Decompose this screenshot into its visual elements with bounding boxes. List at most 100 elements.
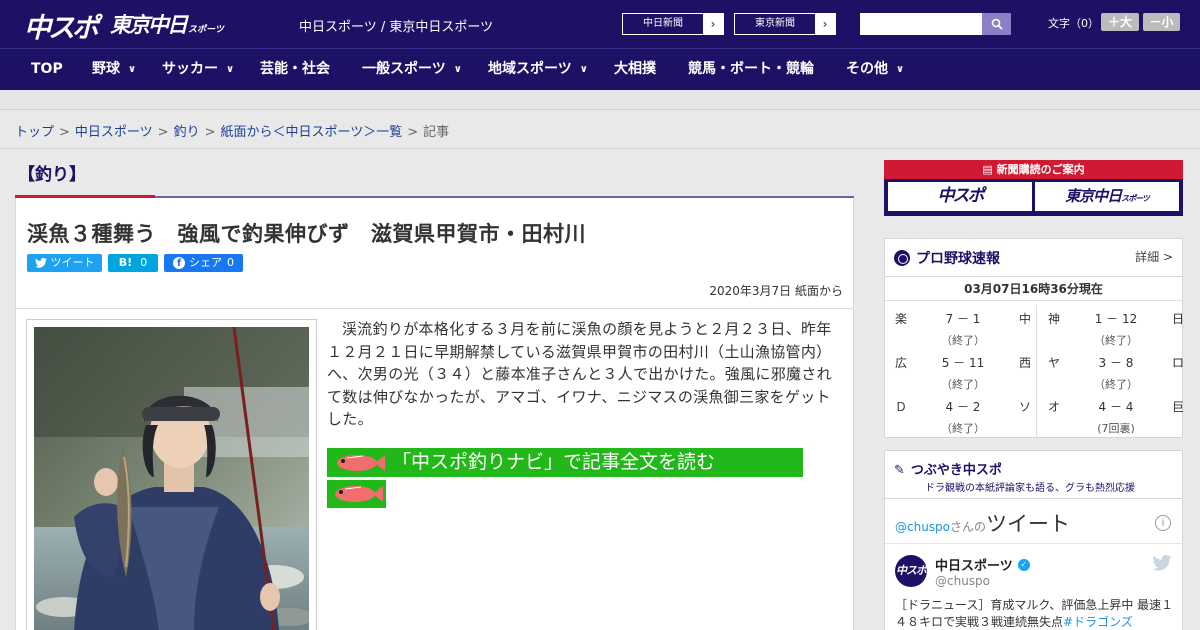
breadcrumb-link-chunichi-sports[interactable]: 中日スポーツ xyxy=(75,125,153,140)
site-name: 中日スポーツ / 東京中日スポーツ xyxy=(299,20,494,35)
info-icon[interactable]: i xyxy=(1155,515,1171,531)
verified-badge-icon: ✓ xyxy=(1017,558,1030,571)
breadcrumb-separator: > xyxy=(59,125,70,140)
twitter-widget-subtitle: ドラ観戦の本紙評論家も語る、グラも熱烈応援 xyxy=(925,483,1135,494)
divider xyxy=(16,308,853,309)
away-team: 巨 xyxy=(1171,400,1184,414)
tweet-author-name-text: 中日スポーツ xyxy=(935,559,1013,574)
nav-item-other[interactable]: その他 ∨ xyxy=(846,49,904,91)
chevron-down-icon: ∨ xyxy=(128,64,137,75)
divider xyxy=(1036,305,1037,437)
chuspo-subscribe-logo[interactable]: 中スポ xyxy=(888,182,1032,211)
nav-label: 地域スポーツ xyxy=(488,61,572,77)
article: 渓魚３種舞う 強風で釣果伸びず 滋賀県甲賀市・田村川 ツイート B! 0 f シ… xyxy=(15,198,854,630)
font-bigger-button[interactable]: ＋大 xyxy=(1101,13,1139,31)
game-result[interactable]: 楽7 － 1 中（終了） xyxy=(893,304,1033,347)
search-input[interactable] xyxy=(860,13,982,35)
search-button[interactable] xyxy=(982,13,1011,35)
main-nav: TOP 野球 ∨ サッカー ∨ 芸能・社会 一般スポーツ ∨ 地域スポーツ ∨ 大相撲 … xyxy=(0,48,1200,90)
chevron-right-icon: › xyxy=(703,14,723,34)
chunichi-shimbun-label: 中日新聞 xyxy=(643,18,683,29)
sub-bar xyxy=(0,90,1200,110)
article-headline: 渓魚３種舞う 強風で釣果伸びず 滋賀県甲賀市・田村川 xyxy=(27,222,586,246)
tokyo-shimbun-button[interactable]: 東京新聞 › xyxy=(734,13,836,35)
top-header: 中スポ 東京中日 スポーツ 中日スポーツ / 東京中日スポーツ 中日新聞 › 東京… xyxy=(0,0,1200,48)
tokyo-subscribe-logo[interactable]: 東京中日スポーツ xyxy=(1035,182,1179,211)
twitter-bird-icon xyxy=(34,258,47,268)
tokyo-shimbun-label: 東京新聞 xyxy=(755,18,795,29)
microphone-icon: ✎ xyxy=(894,463,905,478)
breadcrumb-link-fishing[interactable]: 釣り xyxy=(174,125,200,140)
category-title: 【釣り】 xyxy=(18,165,86,185)
nav-item-racing[interactable]: 競馬・ボート・競輪 xyxy=(688,49,814,91)
tweet-hashtag[interactable]: #ドラゴンズ xyxy=(1063,615,1133,629)
subscription-title-text: 新聞購読のご案内 xyxy=(996,163,1085,176)
facebook-share-button[interactable]: f シェア 0 xyxy=(164,254,243,272)
subscription-banner[interactable]: ▤ 新聞購読のご案内 中スポ 東京中日スポーツ xyxy=(884,160,1183,216)
away-team: 西 xyxy=(1018,356,1031,370)
divider xyxy=(885,276,1182,277)
game-score: 7 － 1 xyxy=(945,312,981,326)
scores-title: プロ野球速報 xyxy=(894,248,1000,268)
game-result[interactable]: Ｄ4 － 2 ソ（終了） xyxy=(893,392,1033,435)
away-team: ロ xyxy=(1171,356,1184,370)
game-result[interactable]: ヤ3 － 8 ロ（終了） xyxy=(1046,348,1186,391)
nav-label: 野球 xyxy=(92,61,120,77)
hatena-bookmark-button[interactable]: B! 0 xyxy=(108,254,158,272)
twitter-widget: ✎ つぶやき中スポ ドラ観戦の本紙評論家も語る、グラも熱烈応援 @chuspoさん… xyxy=(884,450,1183,630)
facebook-icon: f xyxy=(173,257,185,269)
breadcrumb-separator: > xyxy=(157,125,169,140)
game-status: （終了） xyxy=(941,334,985,347)
font-size-label: 文字（0） xyxy=(1048,17,1099,30)
twitter-bird-icon[interactable] xyxy=(1152,555,1172,571)
sea-bream-badge[interactable] xyxy=(327,480,386,508)
chevron-right-icon: › xyxy=(815,14,835,34)
timeline-handle-link[interactable]: @chuspo xyxy=(895,520,950,534)
game-score: 3 － 8 xyxy=(1098,356,1134,370)
chevron-down-icon: ∨ xyxy=(896,64,905,75)
timeline-tweets-label: ツイート xyxy=(986,512,1071,536)
game-result[interactable]: 広5 － 11 西（終了） xyxy=(893,348,1033,391)
nav-item-entertainment[interactable]: 芸能・社会 xyxy=(260,49,330,91)
nav-label: 一般スポーツ xyxy=(362,61,446,77)
fishing-navi-link[interactable]: 「中スポ釣りナビ」で記事全文を読む xyxy=(327,448,803,477)
nav-item-sumo[interactable]: 大相撲 xyxy=(614,49,656,91)
game-result[interactable]: オ4 － 4 巨 (7回裏) xyxy=(1046,392,1186,435)
nav-item-general-sports[interactable]: 一般スポーツ ∨ xyxy=(362,49,462,91)
scores-timestamp: 03月07日16時36分現在 xyxy=(964,282,1103,296)
nav-label: 芸能・社会 xyxy=(260,61,330,77)
article-photo[interactable] xyxy=(26,319,317,630)
game-score: 5 － 11 xyxy=(941,356,985,370)
tweet-author-handle[interactable]: @chuspo xyxy=(935,574,990,588)
facebook-share-label: シェア xyxy=(189,256,222,269)
chunichi-shimbun-button[interactable]: 中日新聞 › xyxy=(622,13,724,35)
sea-bream-icon xyxy=(337,454,385,471)
breadcrumb-separator: > xyxy=(407,125,419,140)
game-status: （終了） xyxy=(1094,378,1138,391)
baseball-icon xyxy=(894,250,910,266)
timeline-san: さんの xyxy=(950,520,987,534)
scores-title-text: プロ野球速報 xyxy=(916,251,1000,267)
fishing-navi-label: 「中スポ釣りナビ」で記事全文を読む xyxy=(392,451,716,473)
avatar[interactable]: 中スポ xyxy=(895,555,927,587)
breadcrumb-link-top[interactable]: トップ xyxy=(15,125,54,140)
font-smaller-button[interactable]: －小 xyxy=(1143,13,1180,31)
chevron-down-icon: ∨ xyxy=(453,64,462,75)
nav-item-soccer[interactable]: サッカー ∨ xyxy=(162,49,234,91)
nav-item-top[interactable]: TOP xyxy=(31,49,63,91)
nav-item-baseball[interactable]: 野球 ∨ xyxy=(92,49,136,91)
game-result[interactable]: 神1 － 12 日（終了） xyxy=(1046,304,1186,347)
chuspo-logo[interactable]: 中スポ xyxy=(24,6,99,45)
tokyo-subscribe-logo-text: 東京中日 xyxy=(1065,187,1122,205)
nav-item-local-sports[interactable]: 地域スポーツ ∨ xyxy=(488,49,588,91)
tweet-author-name[interactable]: 中日スポーツ ✓ xyxy=(935,555,1030,574)
nav-label: 大相撲 xyxy=(614,61,656,77)
away-team: 日 xyxy=(1171,312,1184,326)
divider xyxy=(0,148,1200,149)
divider xyxy=(885,543,1182,544)
chevron-down-icon: ∨ xyxy=(226,64,235,75)
breadcrumb-link-list[interactable]: 紙面から＜中日スポーツ＞一覧 xyxy=(221,125,403,140)
tweet-button[interactable]: ツイート xyxy=(27,254,102,272)
scores-detail-link[interactable]: 詳細 > xyxy=(1135,248,1173,265)
tokyo-chunichi-logo[interactable]: 東京中日 スポーツ xyxy=(110,9,224,39)
